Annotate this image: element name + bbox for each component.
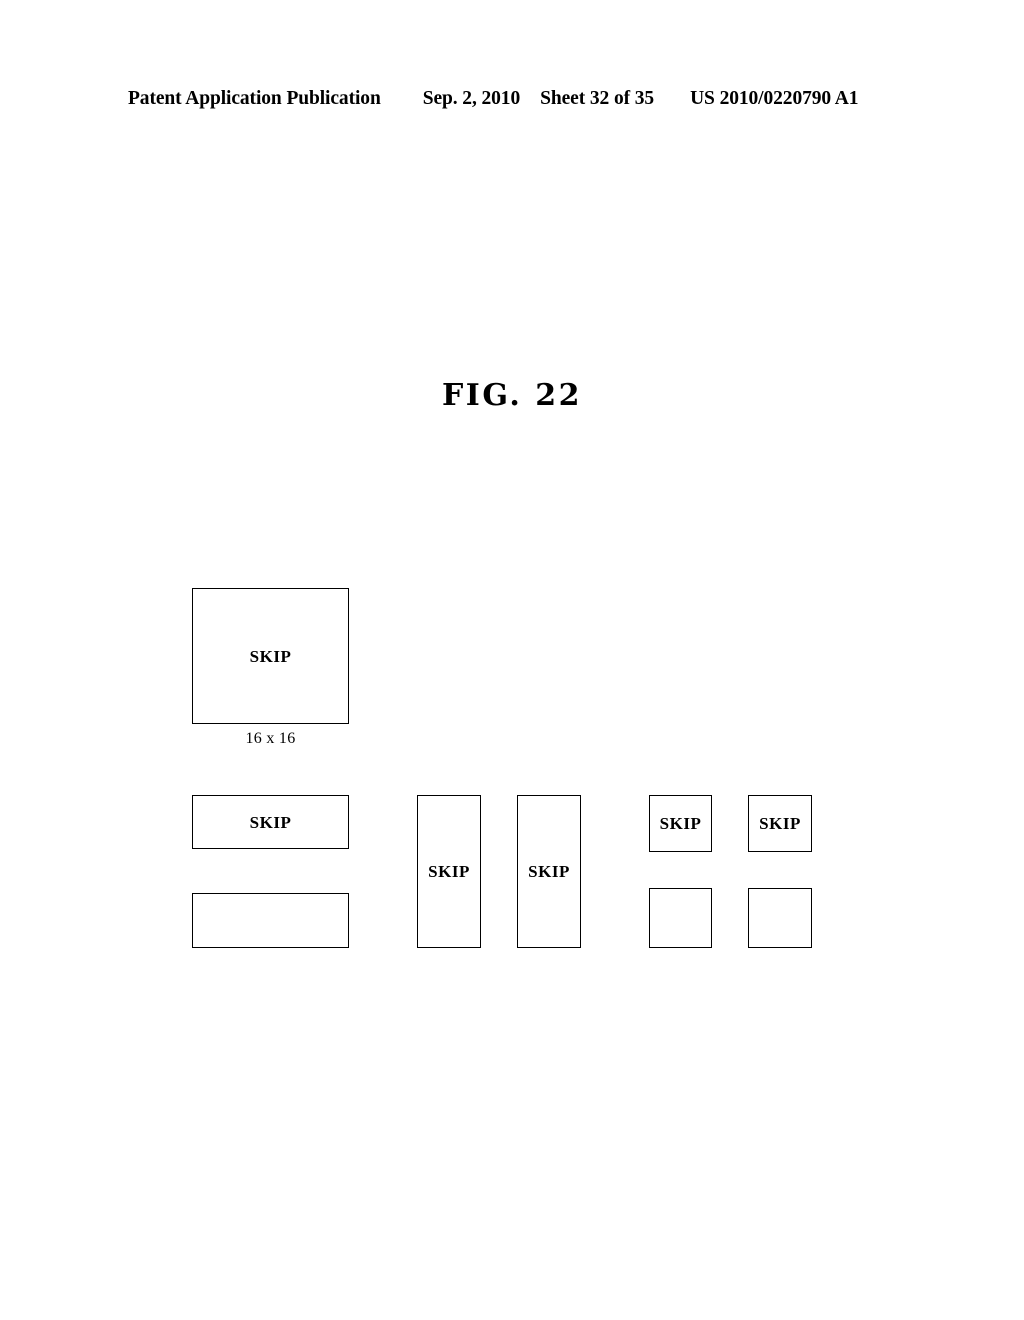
figure-drawing-area: SKIP 16 x 16 SKIP SKIP SKIP SKIP SKIP xyxy=(0,0,1024,1320)
partition-8x8-bottom-right xyxy=(748,888,812,948)
partition-8x8-top-right-label: SKIP xyxy=(759,814,801,833)
partition-8x8-top-left: SKIP xyxy=(649,795,712,852)
partition-16x8-top: SKIP xyxy=(192,795,349,849)
macroblock-16x16: SKIP xyxy=(192,588,349,724)
partition-8x16-right-label: SKIP xyxy=(528,862,570,881)
macroblock-16x16-caption: 16 x 16 xyxy=(245,730,296,747)
partition-16x8-bottom xyxy=(192,893,349,948)
partition-8x8-bottom-left xyxy=(649,888,712,948)
partition-8x16-left: SKIP xyxy=(417,795,481,948)
partition-8x16-right: SKIP xyxy=(517,795,581,948)
macroblock-16x16-label: SKIP xyxy=(249,646,292,666)
partition-16x8-top-label: SKIP xyxy=(249,812,292,832)
partition-8x16-left-label: SKIP xyxy=(428,862,470,881)
partition-8x8-top-right: SKIP xyxy=(748,795,812,852)
partition-8x8-top-left-label: SKIP xyxy=(659,814,702,833)
